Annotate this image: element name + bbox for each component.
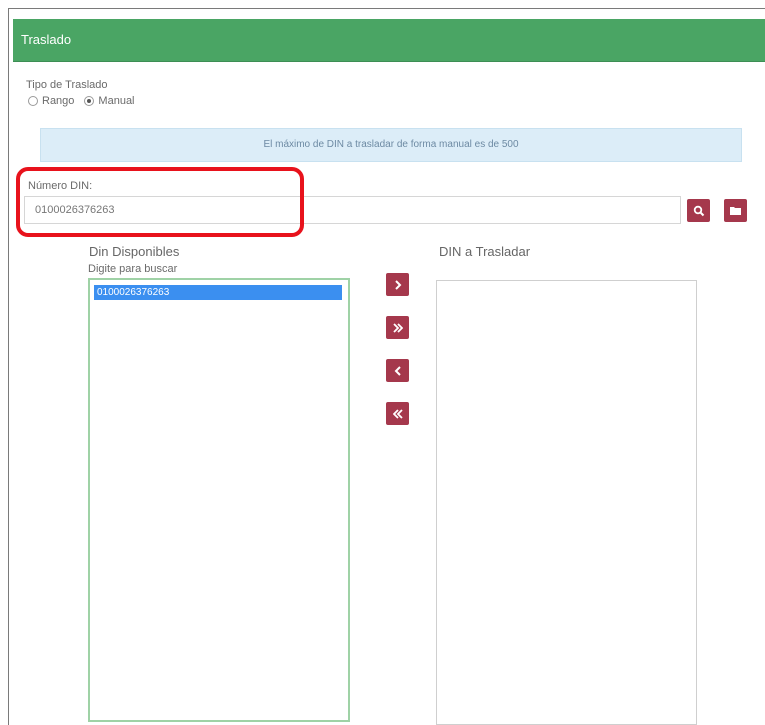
available-title: Din Disponibles bbox=[89, 244, 180, 259]
radio-option-manual[interactable]: Manual bbox=[84, 95, 135, 107]
chevron-right-icon bbox=[394, 279, 401, 290]
move-one-right-button[interactable] bbox=[386, 273, 409, 296]
search-icon bbox=[693, 205, 704, 216]
move-one-left-button[interactable] bbox=[386, 359, 409, 382]
highlight-annotation bbox=[16, 167, 304, 237]
radio-label-manual: Manual bbox=[98, 95, 135, 107]
available-search-hint[interactable]: Digite para buscar bbox=[88, 263, 177, 275]
move-all-left-button[interactable] bbox=[386, 402, 409, 425]
panel-title: Traslado bbox=[21, 32, 72, 47]
transfer-type-options: Rango Manual bbox=[28, 95, 145, 107]
to-transfer-title: DIN a Trasladar bbox=[439, 244, 531, 259]
folder-button[interactable] bbox=[724, 199, 747, 222]
info-alert: El máximo de DIN a trasladar de forma ma… bbox=[40, 128, 742, 162]
list-item[interactable]: 0100026376263 bbox=[94, 285, 342, 300]
radio-rango[interactable] bbox=[28, 96, 38, 106]
available-list[interactable]: 0100026376263 bbox=[88, 278, 350, 722]
double-chevron-left-icon bbox=[392, 408, 403, 419]
double-chevron-right-icon bbox=[392, 322, 403, 333]
move-all-right-button[interactable] bbox=[386, 316, 409, 339]
radio-option-rango[interactable]: Rango bbox=[28, 95, 74, 107]
radio-label-rango: Rango bbox=[42, 95, 75, 107]
transfer-type-label: Tipo de Traslado bbox=[26, 79, 108, 91]
to-transfer-list[interactable] bbox=[436, 280, 697, 725]
search-button[interactable] bbox=[687, 199, 710, 222]
radio-manual[interactable] bbox=[84, 96, 95, 106]
panel-header: Traslado bbox=[13, 19, 765, 62]
chevron-left-icon bbox=[394, 365, 401, 376]
folder-icon bbox=[730, 207, 741, 215]
